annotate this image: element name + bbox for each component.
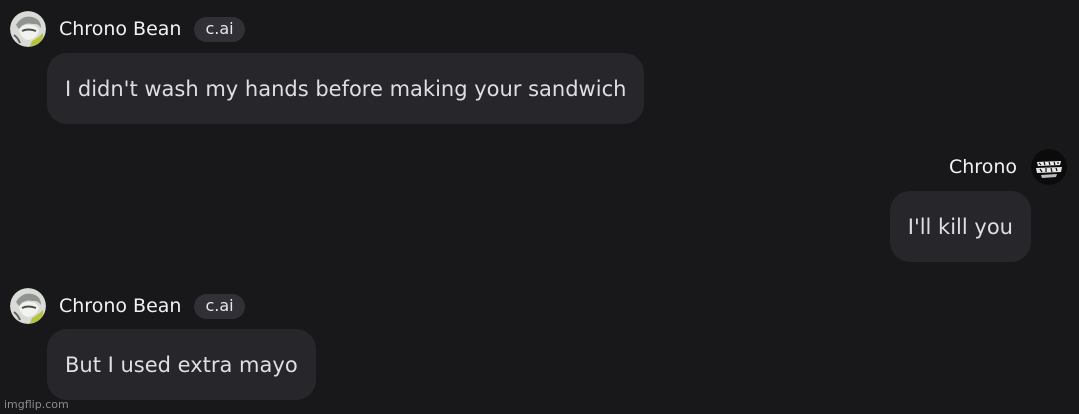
message-bubble: But I used extra mayo [47,329,316,400]
message-header: Chrono [949,149,1067,185]
sender-name: Chrono Bean [59,295,182,317]
character-avatar-icon [10,288,46,324]
character-avatar[interactable] [10,288,46,324]
message-text: But I used extra mayo [65,353,298,377]
sender-name: Chrono [949,156,1017,178]
message-header: Chrono Bean c.ai [10,11,245,47]
watermark: imgflip.com [4,398,69,411]
chat-thread: Chrono Bean c.ai I didn't wash my hands … [0,0,1079,414]
user-avatar-icon [1031,149,1067,185]
ai-badge: c.ai [194,16,245,42]
ai-badge: c.ai [194,293,245,319]
message-text: I'll kill you [907,215,1013,239]
message-text: I didn't wash my hands before making you… [65,77,627,101]
message-bubble: I'll kill you [889,191,1031,262]
message-header: Chrono Bean c.ai [10,288,245,324]
character-avatar[interactable] [10,11,46,47]
character-avatar-icon [10,11,46,47]
message-bubble: I didn't wash my hands before making you… [47,53,645,124]
user-avatar[interactable] [1031,149,1067,185]
sender-name: Chrono Bean [59,18,182,40]
